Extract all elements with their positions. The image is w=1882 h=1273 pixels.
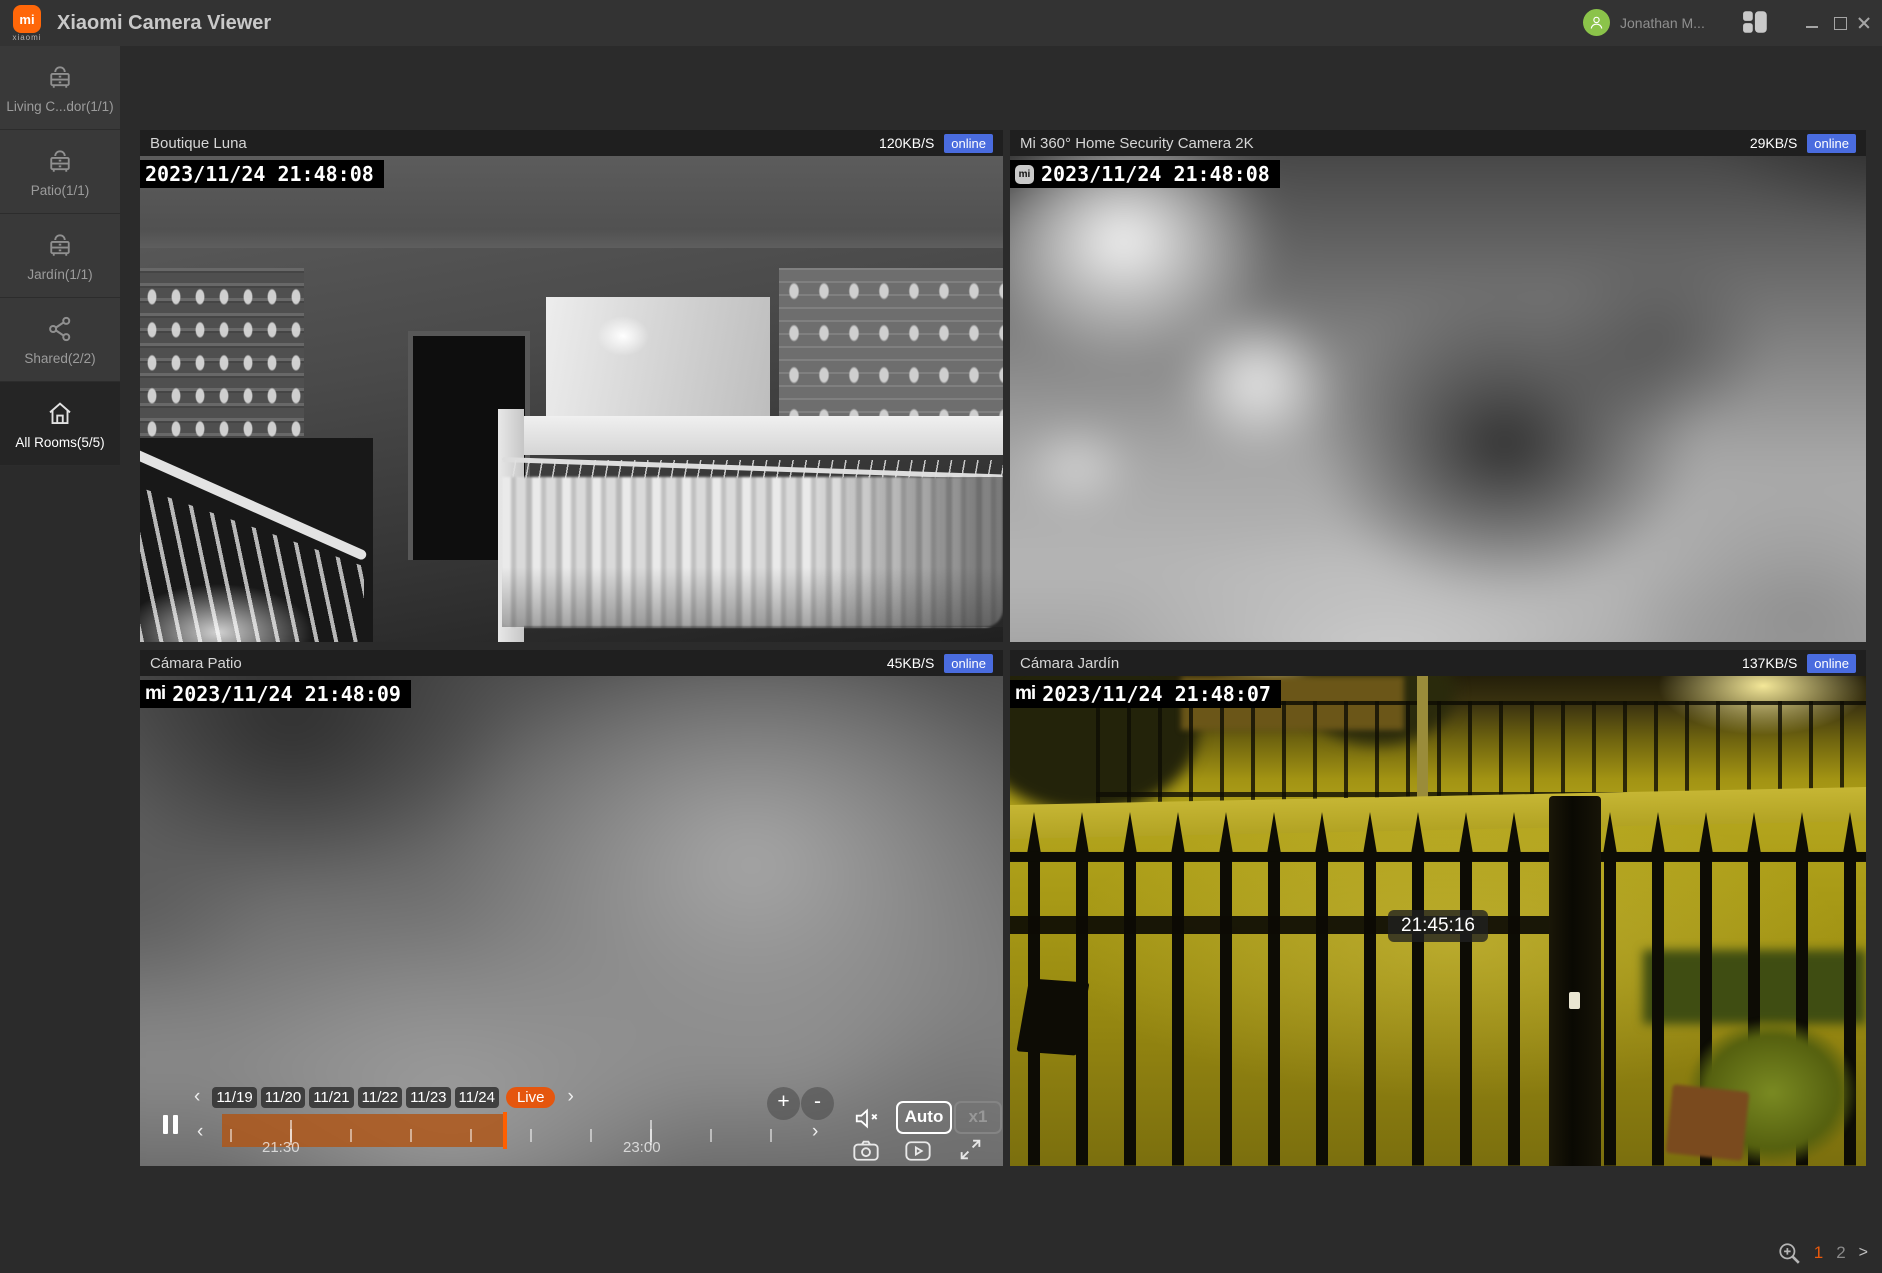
speed-auto-button[interactable]: Auto bbox=[896, 1101, 952, 1134]
status-badge: online bbox=[944, 654, 993, 673]
user-avatar[interactable] bbox=[1583, 9, 1610, 36]
fullscreen-icon[interactable] bbox=[958, 1137, 983, 1162]
camera-header: Cámara Patio 45KB/S online bbox=[140, 650, 1003, 676]
close-button[interactable] bbox=[1851, 0, 1877, 46]
pagination: 1 2 > bbox=[1777, 1241, 1868, 1265]
app-title: Xiaomi Camera Viewer bbox=[57, 0, 271, 46]
sidebar-item-jardin[interactable]: Jardín(1/1) bbox=[0, 214, 120, 298]
next-page-button[interactable]: > bbox=[1859, 1244, 1868, 1262]
status-badge: online bbox=[944, 134, 993, 153]
nightstand-icon bbox=[45, 62, 75, 92]
camera-header: Boutique Luna 120KB/S online bbox=[140, 130, 1003, 156]
date-chip[interactable]: 11/23 bbox=[406, 1087, 450, 1108]
camera-header: Cámara Jardín 137KB/S online bbox=[1010, 650, 1866, 676]
camera-panel-camara-patio[interactable]: Cámara Patio 45KB/S online mi 2023/11/24… bbox=[140, 650, 1003, 1166]
nightstand-icon bbox=[45, 230, 75, 260]
timeline-zoom-in-button[interactable]: + bbox=[767, 1087, 800, 1120]
sidebar-item-label: Patio(1/1) bbox=[31, 183, 90, 198]
page-2-button[interactable]: 2 bbox=[1836, 1243, 1845, 1263]
date-chip[interactable]: 11/24 bbox=[455, 1087, 499, 1108]
xiaomi-logo-caption: xiaomi bbox=[5, 33, 49, 42]
camera-panel-boutique-luna[interactable]: Boutique Luna 120KB/S online 2023/11/ bbox=[140, 130, 1003, 642]
share-icon bbox=[45, 314, 75, 344]
timeline-time-label: 21:30 bbox=[262, 1139, 300, 1156]
camera-bitrate: 137KB/S bbox=[1742, 655, 1797, 671]
minimize-button[interactable] bbox=[1799, 0, 1825, 46]
camera-video-feed[interactable]: 2023/11/24 21:48:08 bbox=[140, 156, 1003, 642]
user-name[interactable]: Jonathan M... bbox=[1620, 0, 1705, 46]
close-icon bbox=[1857, 16, 1871, 30]
layout-grid-icon[interactable] bbox=[1742, 10, 1772, 36]
mi-logo-icon: mi bbox=[145, 683, 165, 705]
timeline-ticks bbox=[230, 1129, 800, 1142]
camera-bitrate: 120KB/S bbox=[879, 135, 934, 151]
sidebar-item-patio[interactable]: Patio(1/1) bbox=[0, 130, 120, 214]
camera-name: Cámara Jardín bbox=[1020, 655, 1732, 672]
maximize-icon bbox=[1834, 17, 1847, 30]
titlebar: mi xiaomi Xiaomi Camera Viewer Jonathan … bbox=[0, 0, 1882, 46]
home-icon bbox=[45, 398, 75, 428]
osd-timestamp: mi 2023/11/24 21:48:08 bbox=[1010, 160, 1280, 188]
camera-panel-camara-jardin[interactable]: Cámara Jardín 137KB/S online bbox=[1010, 650, 1866, 1166]
sidebar-item-label: All Rooms(5/5) bbox=[15, 435, 104, 450]
camera-name: Mi 360° Home Security Camera 2K bbox=[1020, 135, 1740, 152]
sidebar-item-shared[interactable]: Shared(2/2) bbox=[0, 298, 120, 382]
camera-panel-mi-360[interactable]: Mi 360° Home Security Camera 2K 29KB/S o… bbox=[1010, 130, 1866, 642]
playback-controls: ‹ 11/19 11/20 11/21 11/22 11/23 11/24 Li… bbox=[140, 1078, 1003, 1166]
sidebar-item-label: Jardín(1/1) bbox=[27, 267, 92, 282]
sidebar-item-label: Living C...dor(1/1) bbox=[6, 99, 113, 114]
timeline-prev-button[interactable]: ‹ bbox=[189, 1121, 211, 1143]
video-scene bbox=[1010, 156, 1866, 642]
timeline-scrubber[interactable] bbox=[503, 1112, 507, 1149]
mi-logo-icon: mi bbox=[1015, 683, 1035, 705]
camera-bitrate: 45KB/S bbox=[887, 655, 934, 671]
osd-timestamp: 2023/11/24 21:48:08 bbox=[140, 160, 384, 188]
record-icon[interactable] bbox=[904, 1139, 932, 1163]
timeline-track[interactable]: 21:30 23:00 bbox=[222, 1114, 800, 1147]
dates-next-button[interactable]: › bbox=[559, 1086, 581, 1108]
page-1-button[interactable]: 1 bbox=[1814, 1243, 1823, 1263]
live-badge[interactable]: Live bbox=[506, 1087, 556, 1108]
date-chip[interactable]: 11/22 bbox=[358, 1087, 402, 1108]
camera-bitrate: 29KB/S bbox=[1750, 135, 1797, 151]
magnifier-plus-icon[interactable] bbox=[1777, 1241, 1801, 1265]
person-icon bbox=[1588, 14, 1605, 31]
timeline-next-button[interactable]: › bbox=[804, 1121, 826, 1143]
snapshot-camera-icon[interactable] bbox=[852, 1139, 880, 1163]
camera-video-feed[interactable]: mi 2023/11/24 21:48:08 bbox=[1010, 156, 1866, 642]
osd-clock: 21:45:16 bbox=[1388, 910, 1488, 942]
date-chip[interactable]: 11/21 bbox=[309, 1087, 353, 1108]
app-window: mi xiaomi Xiaomi Camera Viewer Jonathan … bbox=[0, 0, 1882, 1273]
xiaomi-logo-icon: mi bbox=[13, 5, 41, 33]
minimize-icon bbox=[1806, 26, 1818, 28]
camera-name: Cámara Patio bbox=[150, 655, 877, 672]
camera-video-feed[interactable]: 21:45:16 mi 2023/11/24 21:48:07 bbox=[1010, 676, 1866, 1166]
mi-logo-icon: mi bbox=[1015, 165, 1034, 184]
camera-header: Mi 360° Home Security Camera 2K 29KB/S o… bbox=[1010, 130, 1866, 156]
camera-name: Boutique Luna bbox=[150, 135, 869, 152]
osd-timestamp: mi 2023/11/24 21:48:09 bbox=[140, 680, 411, 708]
pause-icon[interactable] bbox=[161, 1115, 182, 1135]
timeline-zoom-out-button[interactable]: - bbox=[801, 1087, 834, 1120]
osd-timestamp: mi 2023/11/24 21:48:07 bbox=[1010, 680, 1281, 708]
status-badge: online bbox=[1807, 654, 1856, 673]
speed-x1-button[interactable]: x1 bbox=[954, 1101, 1002, 1134]
sidebar-item-living-corridor[interactable]: Living C...dor(1/1) bbox=[0, 46, 120, 130]
sidebar: Living C...dor(1/1) Patio(1/1) Jardín(1/… bbox=[0, 46, 120, 466]
date-chip[interactable]: 11/19 bbox=[212, 1087, 256, 1108]
date-selector: ‹ 11/19 11/20 11/21 11/22 11/23 11/24 Li… bbox=[186, 1086, 582, 1108]
dates-prev-button[interactable]: ‹ bbox=[186, 1086, 208, 1108]
maximize-button[interactable] bbox=[1827, 0, 1853, 46]
sidebar-item-label: Shared(2/2) bbox=[24, 351, 95, 366]
mute-speaker-icon[interactable] bbox=[852, 1106, 882, 1131]
camera-video-feed[interactable]: mi 2023/11/24 21:48:09 ‹ 11/19 11/20 11/… bbox=[140, 676, 1003, 1166]
timeline-time-label: 23:00 bbox=[623, 1139, 661, 1156]
nightstand-icon bbox=[45, 146, 75, 176]
date-chip[interactable]: 11/20 bbox=[261, 1087, 305, 1108]
status-badge: online bbox=[1807, 134, 1856, 153]
sidebar-item-all-rooms[interactable]: All Rooms(5/5) bbox=[0, 382, 120, 466]
